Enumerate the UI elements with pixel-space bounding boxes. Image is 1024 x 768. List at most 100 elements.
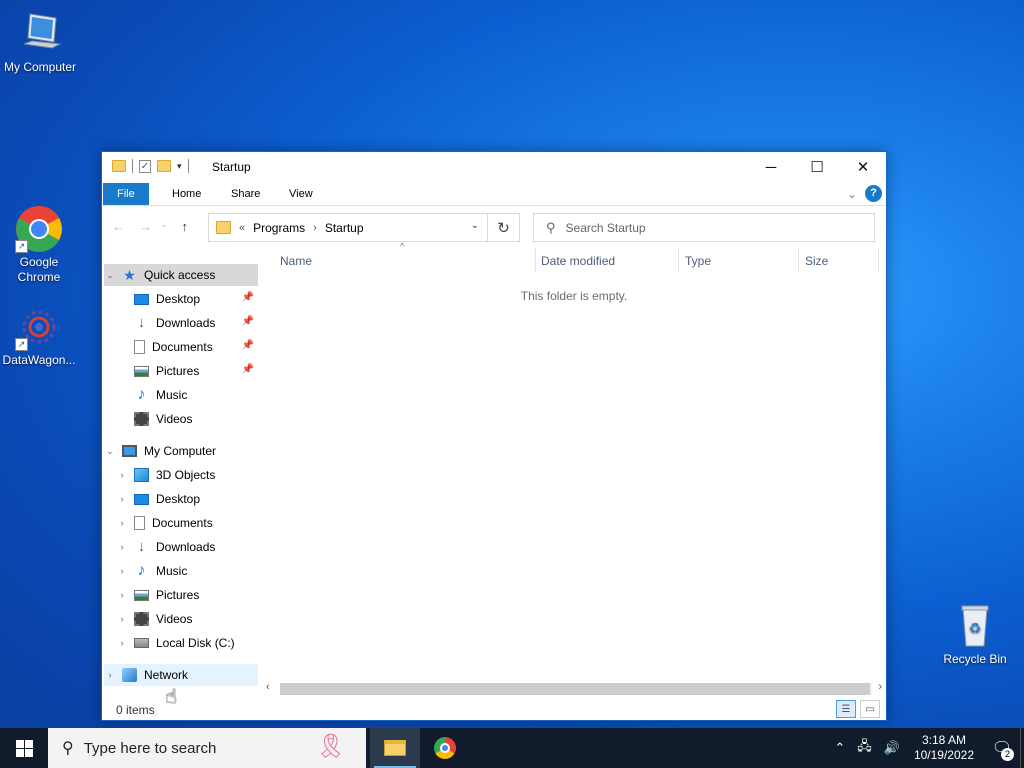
navigation-pane: ⌄ ★ Quick access Desktop 📌 ↓ Downloads 📌… [102,264,262,690]
expand-chevron-icon[interactable]: › [116,494,128,504]
tree-item-documents[interactable]: Documents 📌 [134,336,258,358]
tree-network[interactable]: › Network [104,664,258,686]
search-box[interactable]: ⚲ Search Startup [533,213,875,242]
tree-item-downloads[interactable]: ↓ Downloads 📌 [134,312,258,334]
address-bar[interactable]: « Programs › Startup ⌄ ↻ [208,213,520,242]
help-button[interactable]: ? [865,185,882,202]
taskbar-search-input[interactable]: Type here to search [84,740,217,757]
refresh-button[interactable]: ↻ [487,214,519,241]
tree-item-pc-documents[interactable]: › Documents [116,512,258,534]
tree-item-3d-objects[interactable]: › 3D Objects [116,464,258,486]
column-header-type[interactable]: Type [685,254,711,268]
scroll-left-arrow-icon[interactable]: ‹ [266,681,270,693]
pin-icon: 📌 [241,292,254,303]
tab-view[interactable]: View [275,183,327,205]
tree-item-local-disk[interactable]: › Local Disk (C:) [116,632,258,654]
forward-arrow-icon[interactable]: → [139,219,152,234]
tab-home[interactable]: Home [158,183,215,205]
download-icon: ↓ [137,314,146,331]
show-desktop-button[interactable] [1020,728,1024,768]
tree-item-pc-downloads[interactable]: › ↓ Downloads [116,536,258,558]
minimize-button[interactable]: ─ [748,152,794,182]
large-icons-view-icon[interactable]: ▭ [860,700,880,718]
collapse-chevron-icon[interactable]: ⌄ [104,270,116,281]
search-input[interactable]: Search Startup [566,221,646,235]
tree-item-pc-music[interactable]: › ♪ Music [116,560,258,582]
breadcrumb-separator-icon[interactable]: › [313,222,317,234]
details-view-icon[interactable]: ☰ [836,700,856,718]
breadcrumb-programs[interactable]: Programs [253,221,305,235]
tree-quick-access[interactable]: ⌄ ★ Quick access [104,264,258,286]
desktop-icon-recycle-bin[interactable]: ♻ Recycle Bin [935,602,1015,667]
tree-item-desktop[interactable]: Desktop 📌 [134,288,258,310]
desktop-icon-my-computer[interactable]: My Computer [0,10,80,75]
column-header-date-modified[interactable]: Date modified [541,254,615,268]
properties-icon[interactable]: ✓ [139,159,151,173]
horizontal-scrollbar[interactable]: ‹ › [262,680,886,697]
back-arrow-icon[interactable]: ← [112,219,125,234]
column-divider[interactable] [878,248,879,272]
tab-file[interactable]: File [103,183,149,205]
title-bar[interactable]: ✓ ▾ Startup ─ ☐ ✕ [102,152,886,182]
desktop-icon-google-chrome[interactable]: ↗ Google Chrome [0,205,79,285]
tree-label: Local Disk (C:) [156,636,235,650]
network-status-icon[interactable]: 🖧 [857,737,872,759]
taskbar-search-box[interactable]: ⚲ Type here to search 🎗 [48,728,366,768]
clock[interactable]: 3:18 AM 10/19/2022 [914,733,974,763]
expand-chevron-icon[interactable]: › [116,638,128,648]
recent-locations-chevron-icon[interactable]: ⌄ [160,219,168,234]
expand-chevron-icon[interactable]: › [116,542,128,552]
expand-ribbon-chevron-icon[interactable]: ⌄ [847,187,857,201]
empty-folder-message: This folder is empty. [520,289,628,303]
column-divider[interactable] [798,248,799,272]
document-icon [134,340,145,354]
breadcrumb-overflow[interactable]: « [239,222,245,234]
tree-my-computer[interactable]: ⌄ My Computer [104,440,258,462]
taskbar-app-file-explorer[interactable] [370,728,420,768]
tree-item-pictures[interactable]: Pictures 📌 [134,360,258,382]
expand-chevron-icon[interactable]: › [104,670,116,680]
tree-item-videos[interactable]: Videos [134,408,258,430]
tree-label: My Computer [144,444,217,458]
show-hidden-icons-chevron-icon[interactable]: ⌃ [834,740,845,756]
breadcrumb-startup[interactable]: Startup [325,221,364,235]
tree-item-pc-desktop[interactable]: › Desktop [116,488,258,510]
collapse-chevron-icon[interactable]: ⌄ [104,446,116,457]
column-divider[interactable] [535,248,536,272]
awareness-ribbon-icon: 🎗 [315,733,346,760]
new-folder-icon[interactable] [157,160,171,172]
taskbar-app-chrome[interactable] [420,728,470,768]
tab-share[interactable]: Share [217,183,274,205]
close-button[interactable]: ✕ [840,152,886,182]
tree-item-pc-pictures[interactable]: › Pictures [116,584,258,606]
volume-icon[interactable]: 🔊 [884,740,900,756]
address-history-dropdown-icon[interactable]: ⌄ [471,220,479,231]
customize-toolbar-dropdown[interactable]: ▾ [177,161,182,172]
scroll-thumb[interactable] [280,683,870,695]
up-arrow-icon[interactable]: ↑ [182,219,189,234]
tree-label: Music [156,388,188,402]
start-button[interactable] [0,728,48,768]
tree-item-pc-videos[interactable]: › Videos [116,608,258,630]
expand-chevron-icon[interactable]: › [116,470,128,480]
file-explorer-window[interactable]: ✓ ▾ Startup ─ ☐ ✕ File Home Share View ⌄… [101,151,887,721]
expand-chevron-icon[interactable]: › [116,518,128,528]
monitor-icon [16,10,64,58]
clock-date: 10/19/2022 [913,748,974,762]
desktop-icon-datawagon[interactable]: ↗ DataWagon... [0,303,79,368]
scroll-right-arrow-icon[interactable]: › [878,681,882,693]
column-header-name[interactable]: Name [280,254,312,268]
action-center-button[interactable]: 🗨 2 [984,728,1020,768]
maximize-button[interactable]: ☐ [794,152,840,182]
tree-item-music[interactable]: ♪ Music [134,384,258,406]
expand-chevron-icon[interactable]: › [116,566,128,576]
music-icon: ♪ [137,386,146,403]
desktop-icon [134,293,149,305]
expand-chevron-icon[interactable]: › [116,614,128,624]
expand-chevron-icon[interactable]: › [116,590,128,600]
gear-app-icon: ↗ [15,303,63,351]
column-header-size[interactable]: Size [805,254,828,268]
file-list[interactable]: ^ Name Date modified Type Size This fold… [262,241,886,684]
column-divider[interactable] [678,248,679,272]
recycle-bin-icon: ♻ [951,602,999,650]
